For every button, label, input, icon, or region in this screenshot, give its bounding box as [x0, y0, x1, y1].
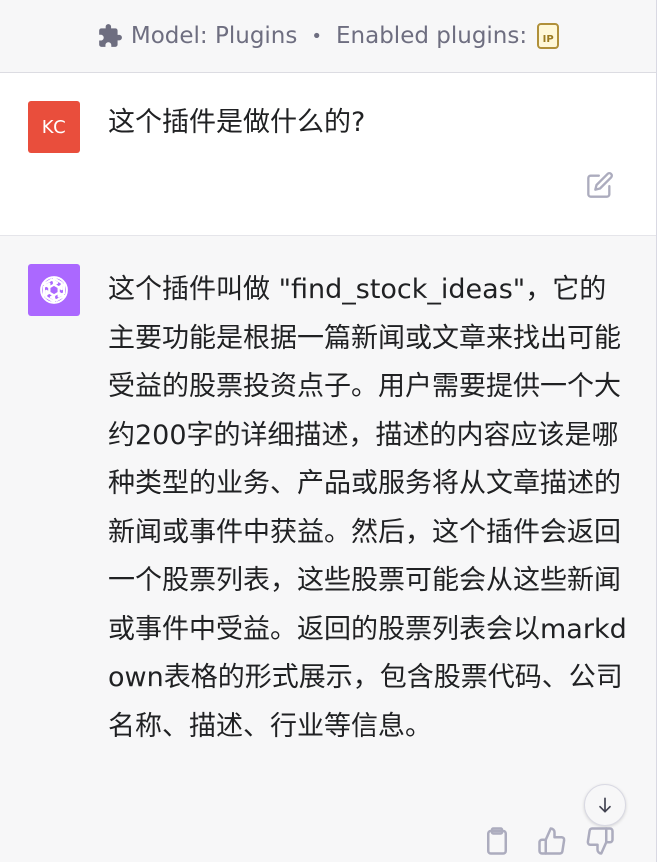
avatar-initials: KC — [41, 116, 67, 138]
assistant-message-text: 这个插件叫做 "find_stock_ideas"，它的主要功能是根据一篇新闻或… — [108, 274, 627, 742]
user-message-text: 这个插件是做什么的? — [108, 107, 366, 138]
arrow-down-icon — [599, 797, 611, 813]
model-label: Model: Plugins — [130, 23, 298, 49]
plugin-icon-text: IP — [542, 34, 554, 45]
separator-dot: • — [311, 25, 322, 47]
assistant-message: 这个插件叫做 "find_stock_ideas"，它的主要功能是根据一篇新闻或… — [0, 236, 656, 862]
user-message: KC 这个插件是做什么的? — [0, 73, 656, 236]
thumbs-up-icon[interactable] — [537, 826, 567, 856]
enabled-plugins-label: Enabled plugins: — [336, 23, 528, 49]
scroll-to-bottom-button[interactable] — [584, 784, 626, 826]
thumbs-down-icon[interactable] — [585, 826, 615, 856]
clipboard-icon[interactable] — [482, 826, 512, 856]
plugin-icon[interactable]: IP — [537, 23, 560, 49]
avatar: KC — [28, 101, 80, 153]
conversation-header: Model: Plugins • Enabled plugins: IP — [0, 0, 656, 73]
openai-logo-icon — [28, 264, 80, 316]
puzzle-icon — [99, 24, 122, 47]
scrollbar-track[interactable] — [656, 0, 670, 862]
edit-icon[interactable] — [586, 171, 614, 199]
